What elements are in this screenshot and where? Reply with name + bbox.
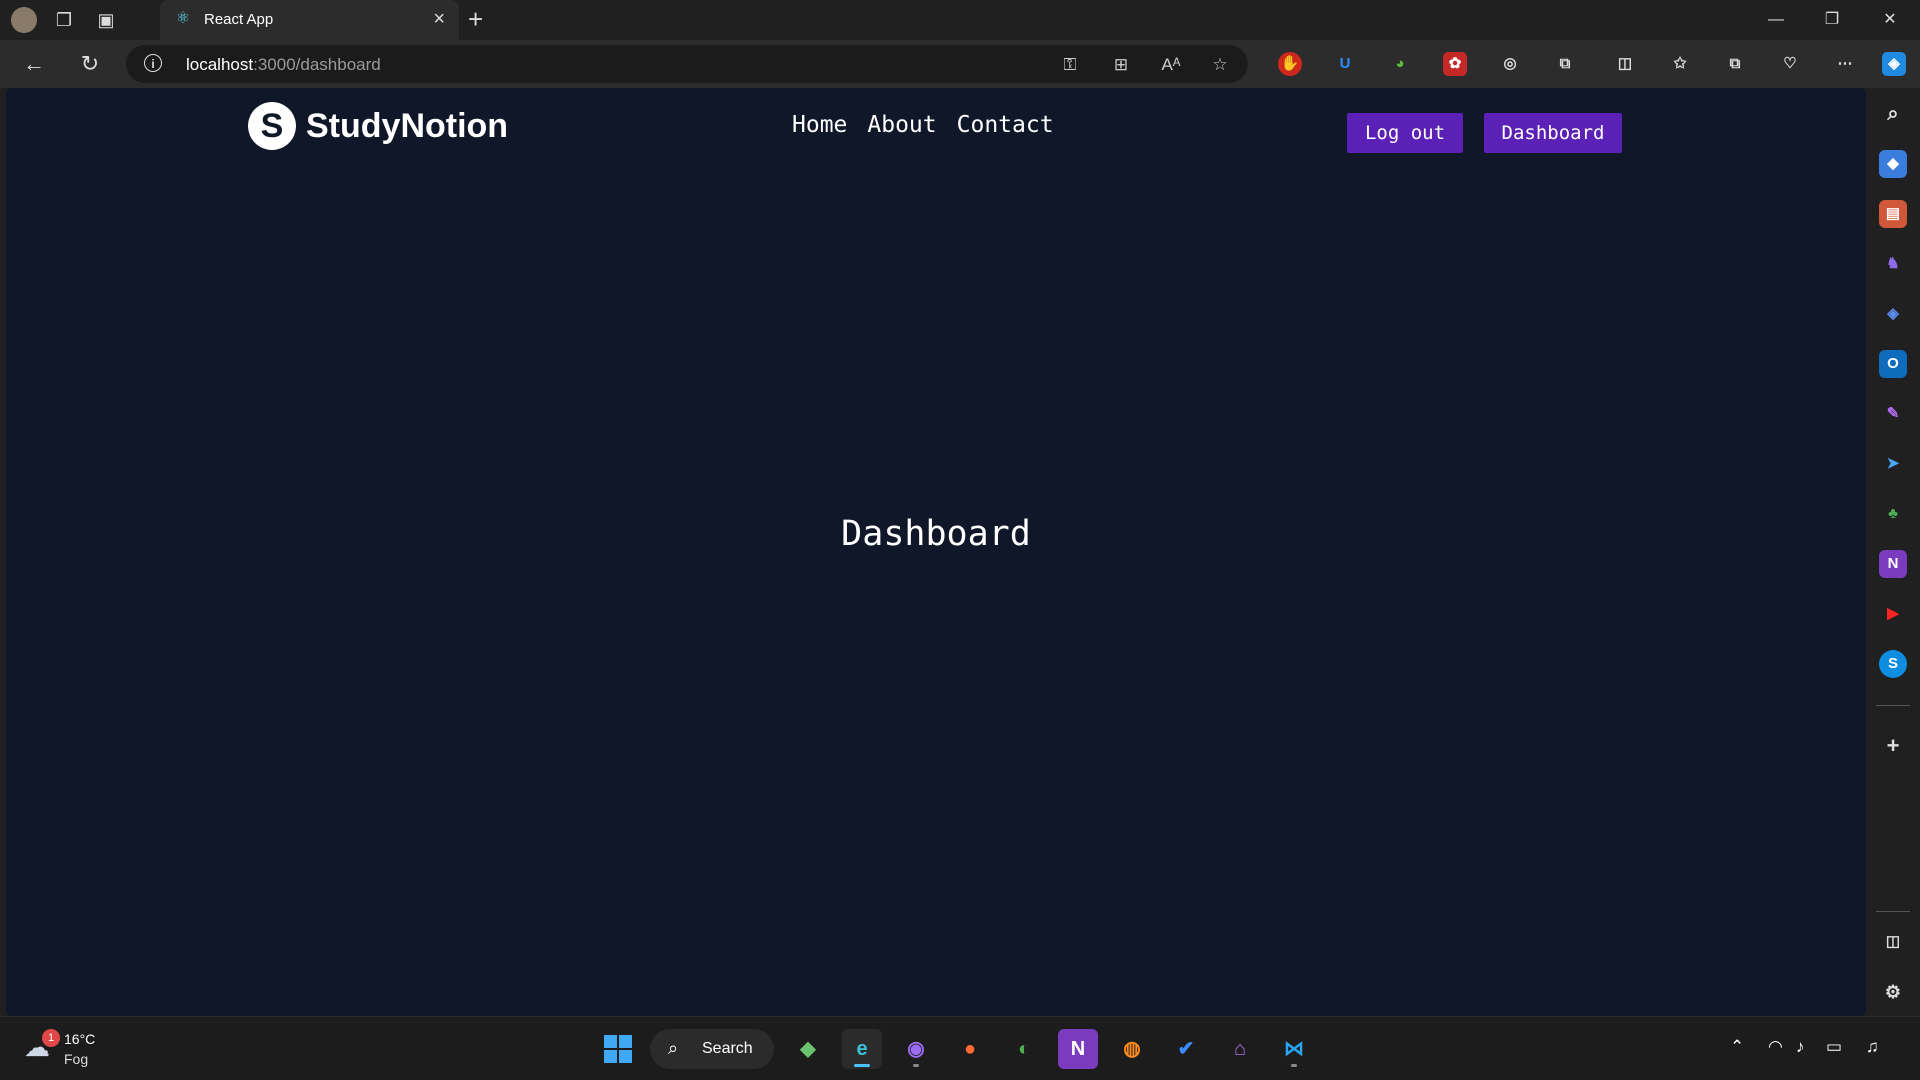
- vscode-icon[interactable]: ⋈: [1274, 1029, 1314, 1069]
- show-hidden-icons-icon[interactable]: ⌃: [1730, 1037, 1744, 1057]
- hide-sidebar-icon[interactable]: ◫: [1879, 928, 1907, 956]
- extension-target-icon[interactable]: ◎: [1498, 52, 1522, 76]
- extension-paw-icon[interactable]: ✿: [1443, 52, 1467, 76]
- favorites-icon[interactable]: ✩: [1668, 52, 1692, 76]
- site-info-icon[interactable]: i: [144, 54, 162, 72]
- taskbar-search[interactable]: ⌕ Search: [650, 1029, 774, 1069]
- read-aloud-icon[interactable]: Aᴬ: [1160, 54, 1182, 76]
- wifi-icon[interactable]: ◠: [1768, 1037, 1783, 1057]
- nav-link-contact[interactable]: Contact: [957, 112, 1054, 138]
- volume-icon[interactable]: ♪: [1796, 1037, 1805, 1057]
- sidebar-divider: [1876, 911, 1910, 912]
- collections-icon[interactable]: ⧉: [1723, 52, 1747, 76]
- outlook-icon[interactable]: O: [1879, 350, 1907, 378]
- main-nav: Home About Contact: [792, 112, 1074, 138]
- search-icon[interactable]: ⌕: [1879, 100, 1907, 128]
- designer-icon[interactable]: ✎: [1879, 400, 1907, 428]
- browser-tab[interactable]: ⚛ React App ×: [160, 0, 459, 40]
- search-icon: ⌕: [668, 1038, 679, 1058]
- close-tab-icon[interactable]: ×: [433, 8, 445, 31]
- dashboard-button[interactable]: Dashboard: [1484, 113, 1622, 153]
- key-icon[interactable]: ⚿: [1059, 54, 1081, 76]
- url-text[interactable]: localhost:3000/dashboard: [186, 55, 381, 75]
- brand-name: StudyNotion: [306, 106, 509, 145]
- tools-icon[interactable]: ▤: [1879, 200, 1907, 228]
- close-window-icon[interactable]: ✕: [1870, 6, 1910, 34]
- apps-install-icon[interactable]: ⊞: [1110, 54, 1132, 76]
- page-heading: Dashboard: [841, 514, 1031, 554]
- tree-icon[interactable]: ♣: [1879, 500, 1907, 528]
- copilot-sidebar-icon[interactable]: ◈: [1879, 300, 1907, 328]
- logout-button[interactable]: Log out: [1347, 113, 1463, 153]
- notifications-bell-icon[interactable]: ♫: [1866, 1037, 1879, 1057]
- site-logo[interactable]: S StudyNotion: [248, 100, 508, 152]
- title-bar: ❐ ▣ ⚛ React App × + — ❐ ✕: [0, 0, 1920, 40]
- new-tab-button[interactable]: +: [468, 4, 483, 35]
- split-screen-icon[interactable]: ◫: [1613, 52, 1637, 76]
- browser-essentials-icon[interactable]: ♡: [1778, 52, 1802, 76]
- mongodb-compass-icon[interactable]: ◐: [1004, 1029, 1044, 1069]
- weather-condition: Fog: [64, 1051, 89, 1067]
- shopping-tag-icon[interactable]: ◆: [1879, 150, 1907, 178]
- extension-globe-icon[interactable]: ◕: [1388, 52, 1412, 76]
- copilot-icon[interactable]: ◈: [1882, 52, 1906, 76]
- copilot-pre-icon[interactable]: ◆: [788, 1029, 828, 1069]
- url-host: localhost: [186, 55, 254, 74]
- extension-u-icon[interactable]: U: [1333, 52, 1357, 76]
- postman-icon[interactable]: ●: [950, 1029, 990, 1069]
- profile-avatar-icon[interactable]: [10, 6, 38, 34]
- browser-toolbar: ← ↻ i localhost:3000/dashboard ⚿ ⊞ Aᴬ ☆ …: [0, 40, 1920, 88]
- star-icon[interactable]: ☆: [1209, 54, 1231, 76]
- weather-widget[interactable]: ☁ 1 16°C Fog: [20, 1027, 140, 1071]
- weather-temperature: 16°C: [64, 1031, 96, 1047]
- restore-icon[interactable]: ❐: [1812, 6, 1852, 34]
- taskbar: ☁ 1 16°C Fog ⌕ Search ◆ e ◉ ● ◐ N ◍ ✔ ⌂ …: [0, 1016, 1920, 1080]
- onenote-taskbar-icon[interactable]: N: [1058, 1029, 1098, 1069]
- tab-actions-icon[interactable]: ▣: [92, 6, 120, 34]
- minimize-icon[interactable]: —: [1756, 6, 1796, 34]
- battery-icon[interactable]: ▭: [1826, 1037, 1842, 1057]
- github-desktop-icon[interactable]: ◉: [896, 1029, 936, 1069]
- refresh-icon[interactable]: ↻: [76, 50, 104, 78]
- adblock-extension-icon[interactable]: ✋: [1278, 52, 1302, 76]
- skype-icon[interactable]: S: [1879, 650, 1907, 678]
- add-icon[interactable]: +: [1879, 732, 1907, 760]
- sidebar-divider: [1876, 705, 1910, 706]
- dev-home-pre-icon[interactable]: ⌂: [1220, 1029, 1260, 1069]
- web-page: S StudyNotion Home About Contact Log out…: [6, 88, 1866, 1016]
- nav-link-home[interactable]: Home: [792, 112, 847, 138]
- nav-link-about[interactable]: About: [867, 112, 936, 138]
- back-arrow-icon[interactable]: ←: [20, 50, 48, 78]
- notification-badge: 1: [42, 1029, 60, 1047]
- games-icon[interactable]: ♞: [1879, 250, 1907, 278]
- send-icon[interactable]: ➤: [1879, 450, 1907, 478]
- edge-sidebar: ⌕ ◆ ▤ ♞ ◈ O ✎ ➤ ♣ N ▶ S + ◫ ⚙: [1866, 88, 1920, 1016]
- url-path: :3000/dashboard: [253, 55, 381, 74]
- tab-title: React App: [204, 11, 274, 28]
- windows-start-icon[interactable]: [598, 1029, 638, 1069]
- logo-mark: S: [248, 102, 296, 150]
- react-icon: ⚛: [175, 10, 191, 27]
- edge-browser-icon[interactable]: e: [842, 1029, 882, 1069]
- extensions-puzzle-icon[interactable]: ⧉: [1553, 52, 1577, 76]
- workspaces-icon[interactable]: ❐: [50, 6, 78, 34]
- youtube-icon[interactable]: ▶: [1879, 600, 1907, 628]
- address-bar[interactable]: i localhost:3000/dashboard ⚿ ⊞ Aᴬ ☆: [126, 45, 1248, 83]
- todo-icon[interactable]: ✔: [1166, 1029, 1206, 1069]
- search-label: Search: [702, 1040, 753, 1057]
- settings-gear-icon[interactable]: ⚙: [1879, 978, 1907, 1006]
- onenote-icon[interactable]: N: [1879, 550, 1907, 578]
- firefox-icon[interactable]: ◍: [1112, 1029, 1152, 1069]
- more-icon[interactable]: ⋯: [1833, 52, 1857, 76]
